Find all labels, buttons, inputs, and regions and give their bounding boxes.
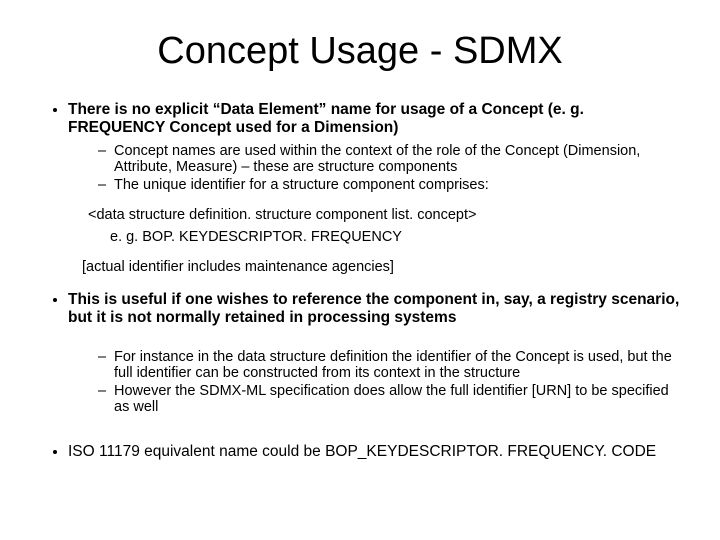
bullet-3-text: ISO 11179 equivalent name could be BOP_K… xyxy=(68,443,656,460)
bullet-1-sub-1: Concept names are used within the contex… xyxy=(98,143,680,175)
bullet-2-sub-1: For instance in the data structure defin… xyxy=(98,349,680,381)
bullet-1-sublist: Concept names are used within the contex… xyxy=(68,143,680,193)
bullet-3: ISO 11179 equivalent name could be BOP_K… xyxy=(68,443,680,461)
bullet-2-text: This is useful if one wishes to referenc… xyxy=(68,291,679,326)
bullet-list: There is no explicit “Data Element” name… xyxy=(40,101,680,461)
bullet-2-sublist: For instance in the data structure defin… xyxy=(68,349,680,415)
identifier-pattern: <data structure definition. structure co… xyxy=(88,207,680,223)
slide: Concept Usage - SDMX There is no explici… xyxy=(0,0,720,540)
bullet-2-sub-2: However the SDMX-ML specification does a… xyxy=(98,383,680,415)
identifier-example: e. g. BOP. KEYDESCRIPTOR. FREQUENCY xyxy=(110,229,680,245)
bullet-1-text: There is no explicit “Data Element” name… xyxy=(68,101,584,136)
bullet-2: This is useful if one wishes to referenc… xyxy=(68,291,680,437)
identifier-note: [actual identifier includes maintenance … xyxy=(82,259,680,275)
bullet-1: There is no explicit “Data Element” name… xyxy=(68,101,680,275)
bullet-1-sub-2: The unique identifier for a structure co… xyxy=(98,177,680,193)
slide-title: Concept Usage - SDMX xyxy=(40,30,680,73)
